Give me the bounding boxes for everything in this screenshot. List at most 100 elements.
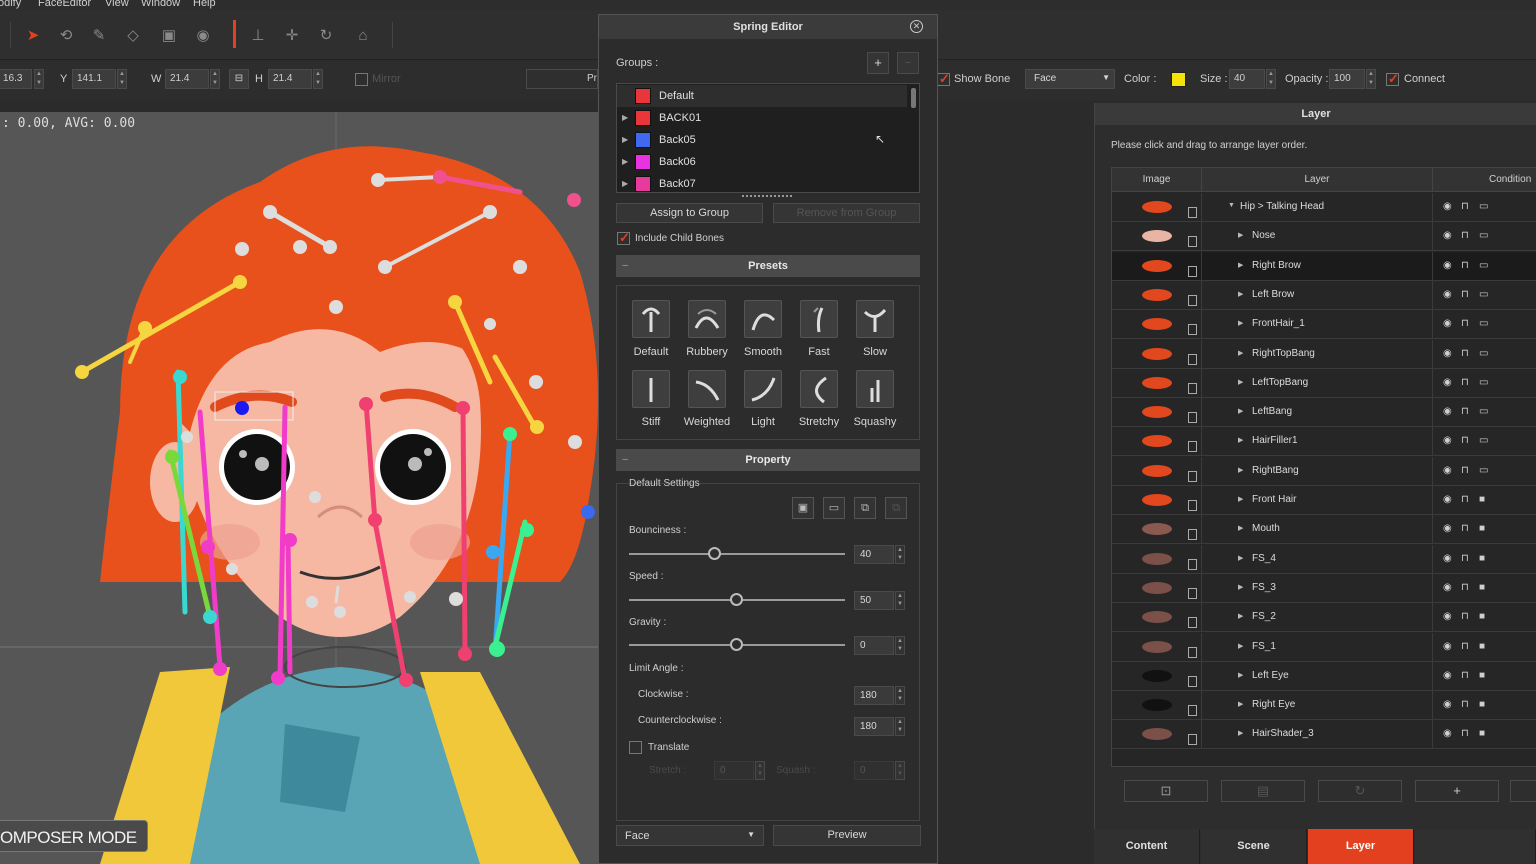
preset-default[interactable]: Default xyxy=(623,300,679,358)
tab-content[interactable]: Content xyxy=(1094,829,1200,864)
lock-icon[interactable]: ⊓ xyxy=(1461,289,1469,300)
condition-icon[interactable]: ▭ xyxy=(1479,201,1488,212)
counterclockwise-spinner[interactable]: ▲ ▼ xyxy=(895,717,905,736)
expand-arrow-icon[interactable]: ▶ xyxy=(622,113,628,122)
h-spinner[interactable]: ▲ ▼ xyxy=(313,69,323,89)
resize-handle[interactable] xyxy=(742,195,792,197)
lock-icon[interactable]: ⊓ xyxy=(1461,201,1469,212)
eye-icon[interactable]: ◉ xyxy=(1443,699,1452,710)
extra-button[interactable] xyxy=(1510,780,1536,802)
transform-tool-icon[interactable]: ⟲ xyxy=(55,24,77,46)
face-select[interactable]: Face ▼ xyxy=(1025,69,1115,89)
expand-arrow-icon[interactable]: ▶ xyxy=(1238,700,1243,708)
layer-row[interactable]: ▶ Mouth ◉ ⊓ ■ xyxy=(1112,515,1536,545)
expand-arrow-icon[interactable]: ▶ xyxy=(1238,729,1243,737)
expand-arrow-icon[interactable]: ▶ xyxy=(1238,466,1243,474)
speed-field[interactable]: 50 xyxy=(854,591,894,610)
presets-header[interactable]: − Presets xyxy=(616,255,920,277)
expand-arrow-icon[interactable]: ▶ xyxy=(1238,407,1243,415)
eye-icon[interactable]: ◉ xyxy=(1443,435,1452,446)
bounciness-spinner[interactable]: ▲ ▼ xyxy=(895,545,905,564)
import-image-button[interactable]: ⊡ xyxy=(1124,780,1208,802)
preview-button[interactable]: Preview xyxy=(773,825,921,846)
layer-row[interactable]: ▶ RightTopBang ◉ ⊓ ▭ xyxy=(1112,339,1536,369)
expand-arrow-icon[interactable]: ▶ xyxy=(622,157,628,166)
speed-slider-knob[interactable] xyxy=(730,593,743,606)
condition-icon[interactable]: ▭ xyxy=(1479,348,1488,359)
expand-arrow-icon[interactable]: ▶ xyxy=(1238,231,1243,239)
layer-row[interactable]: ▶ RightBang ◉ ⊓ ▭ xyxy=(1112,456,1536,486)
expand-arrow-icon[interactable]: ▶ xyxy=(1238,495,1243,503)
condition-icon[interactable]: ■ xyxy=(1479,699,1485,710)
refresh-button[interactable]: ↻ xyxy=(1318,780,1402,802)
groups-scrollbar[interactable] xyxy=(911,88,916,108)
expand-arrow-icon[interactable]: ▶ xyxy=(1238,436,1243,444)
document-icon[interactable] xyxy=(1188,558,1197,570)
menu-help[interactable]: Help xyxy=(193,0,216,9)
expand-arrow-icon[interactable]: ▶ xyxy=(1238,671,1243,679)
group-row[interactable]: Default xyxy=(617,85,907,107)
eraser-icon[interactable]: ◇ xyxy=(122,24,144,46)
preset-rubbery[interactable]: Rubbery xyxy=(679,300,735,358)
eye-icon[interactable]: ◉ xyxy=(1443,377,1452,388)
preset-weighted[interactable]: Weighted xyxy=(679,370,735,428)
condition-icon[interactable]: ▭ xyxy=(1479,406,1488,417)
save-icon[interactable]: ▣ xyxy=(792,497,814,519)
pin-icon[interactable]: ⊥ xyxy=(247,24,269,46)
condition-icon[interactable]: ▭ xyxy=(1479,230,1488,241)
expand-arrow-icon[interactable]: ▶ xyxy=(1238,612,1243,620)
menu-window[interactable]: Window xyxy=(141,0,180,9)
condition-icon[interactable]: ▭ xyxy=(1479,435,1488,446)
layer-table[interactable]: Image Layer Condition ▼ Hip > Talking Hea… xyxy=(1111,167,1536,767)
menu-face-editor[interactable]: FaceEditor xyxy=(38,0,91,9)
y-field[interactable]: 141.1 xyxy=(72,69,116,89)
delete-layer-button[interactable]: ▤ xyxy=(1221,780,1305,802)
squash-field[interactable]: 0 xyxy=(854,761,894,780)
document-icon[interactable] xyxy=(1188,705,1197,717)
eye-icon[interactable]: ◉ xyxy=(1443,348,1452,359)
preset-smooth[interactable]: Smooth xyxy=(735,300,791,358)
expand-arrow-icon[interactable]: ▶ xyxy=(1238,583,1243,591)
x-spinner[interactable]: ▲ ▼ xyxy=(34,69,44,89)
include-child-bones-checkbox[interactable] xyxy=(617,230,630,246)
expand-arrow-icon[interactable]: ▶ xyxy=(1238,349,1243,357)
condition-icon[interactable]: ■ xyxy=(1479,553,1485,564)
document-icon[interactable] xyxy=(1188,587,1197,599)
paste-icon[interactable]: ⧉ xyxy=(885,497,907,519)
condition-icon[interactable]: ■ xyxy=(1479,494,1485,505)
expand-arrow-icon[interactable]: ▶ xyxy=(1238,290,1243,298)
eye-icon[interactable]: ◉ xyxy=(1443,289,1452,300)
eye-icon[interactable]: ◉ xyxy=(1443,465,1452,476)
eye-icon[interactable]: ◉ xyxy=(1443,728,1452,739)
close-icon[interactable]: ✕ xyxy=(910,20,923,33)
tab-layer[interactable]: Layer xyxy=(1308,829,1414,864)
counterclockwise-field[interactable]: 180 xyxy=(854,717,894,736)
document-icon[interactable] xyxy=(1188,294,1197,306)
lock-icon[interactable]: ⊓ xyxy=(1461,318,1469,329)
lock-icon[interactable]: ⊓ xyxy=(1461,611,1469,622)
lock-icon[interactable]: ⊓ xyxy=(1461,377,1469,388)
layer-row[interactable]: ▶ Right Brow ◉ ⊓ ▭ xyxy=(1112,251,1536,281)
preset-squashy[interactable]: Squashy xyxy=(847,370,903,428)
select-arrow-icon[interactable]: ➤ xyxy=(22,24,44,46)
lock-icon[interactable]: ⊓ xyxy=(1461,670,1469,681)
layer-row[interactable]: ▶ Front Hair ◉ ⊓ ■ xyxy=(1112,486,1536,515)
rotate-icon[interactable]: ↻ xyxy=(315,24,337,46)
group-row[interactable]: ▶ Back06 xyxy=(617,151,907,173)
layer-row[interactable]: ▶ LeftTopBang ◉ ⊓ ▭ xyxy=(1112,368,1536,398)
condition-icon[interactable]: ▭ xyxy=(1479,289,1488,300)
layer-row[interactable]: ▶ Left Brow ◉ ⊓ ▭ xyxy=(1112,280,1536,310)
document-icon[interactable] xyxy=(1188,617,1197,629)
layer-row[interactable]: ▶ FS_2 ◉ ⊓ ■ xyxy=(1112,603,1536,633)
document-icon[interactable] xyxy=(1188,529,1197,541)
lock-icon[interactable]: ⊓ xyxy=(1461,406,1469,417)
remove-from-group-button[interactable]: Remove from Group xyxy=(773,203,920,223)
color-swatch[interactable] xyxy=(1171,72,1186,87)
lock-icon[interactable]: ⊓ xyxy=(1461,523,1469,534)
layer-row[interactable]: ▶ Left Eye ◉ ⊓ ■ xyxy=(1112,661,1536,691)
expand-arrow-icon[interactable]: ▶ xyxy=(1238,378,1243,386)
speed-spinner[interactable]: ▲ ▼ xyxy=(895,591,905,610)
w-field[interactable]: 21.4 xyxy=(165,69,209,89)
preset-stretchy[interactable]: Stretchy xyxy=(791,370,847,428)
preset-light[interactable]: Light xyxy=(735,370,791,428)
